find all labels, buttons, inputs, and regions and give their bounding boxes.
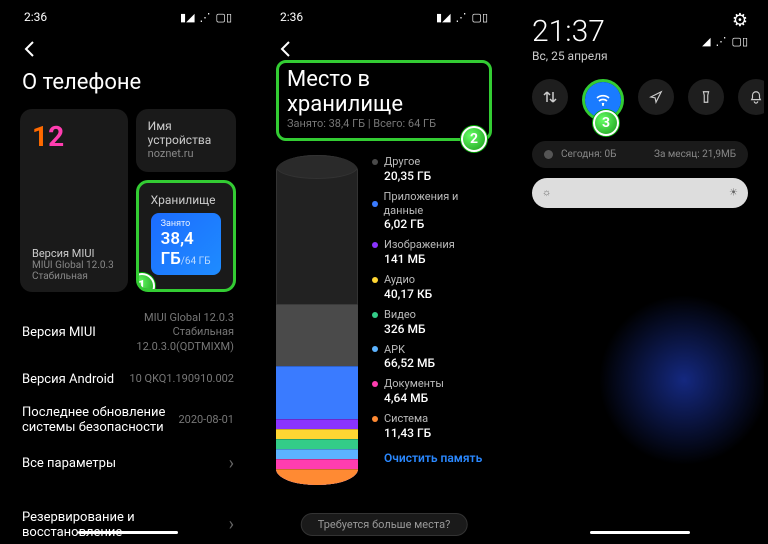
miui-logo: 12 — [32, 123, 116, 151]
row-android-version[interactable]: Версия Android 10 QKQ1.190910.002 — [20, 363, 236, 396]
color-dot — [372, 416, 378, 422]
back-button[interactable] — [20, 34, 50, 64]
storage-total: /64 ГБ — [181, 256, 211, 267]
color-dot — [372, 312, 378, 318]
signal-icon: ▮◢ — [180, 11, 195, 24]
legend-item[interactable]: APK66,52 МБ — [372, 343, 492, 372]
battery-icon: ▢▯ — [216, 11, 232, 24]
miui-version-value: MIUI Global 12.0.3 — [32, 260, 116, 271]
need-more-space[interactable]: Требуется больше места? — [301, 513, 468, 536]
callout-badge-1: 1 — [136, 273, 155, 292]
storage-cylinder — [276, 155, 358, 485]
tile-location[interactable] — [638, 79, 674, 115]
storage-legend: Другое20,35 ГБ Приложения и данные6,02 ГБ… — [372, 155, 492, 485]
storage-gauge: Занято 38,4 ГБ/64 ГБ — [151, 213, 221, 275]
phone-storage: 2:36 ▮◢ ⋰ ▢▯ Место в хранилище Занято: 3… — [260, 4, 508, 540]
brightness-slider[interactable]: ☼ ☀ — [532, 178, 748, 208]
row-backup-restore[interactable]: Резервирование и восстановление — [20, 501, 236, 540]
phone-about: 2:36 ▮◢ ⋰ ▢▯ О телефоне 12 Версия MIUI M… — [4, 4, 252, 540]
storage-label: Хранилище — [151, 193, 221, 207]
signal-icon: ◢ — [702, 35, 710, 48]
battery-icon: ▢▯ — [472, 11, 488, 24]
status-icons: ◢ ⋰ ▢▯ — [702, 35, 748, 48]
legend-item[interactable]: Приложения и данные6,02 ГБ — [372, 190, 492, 233]
brightness-low-icon: ☼ — [542, 188, 551, 199]
legend-item[interactable]: Другое20,35 ГБ — [372, 155, 492, 184]
color-dot — [372, 159, 378, 165]
callout-badge-3: 3 — [593, 110, 619, 136]
miui-version-card[interactable]: 12 Версия MIUI MIUI Global 12.0.3 Стабил… — [20, 109, 128, 292]
phone-quick-settings: 21:37 Вс, 25 апреля ⚙ ◢ ⋰ ▢▯ 3 — [516, 4, 764, 540]
home-indicator[interactable] — [590, 531, 690, 534]
page-title: Место в хранилище — [287, 67, 481, 117]
usage-month: За месяц: 21,9МБ — [654, 149, 736, 160]
row-all-params[interactable]: Все параметры — [20, 444, 236, 483]
signal-icon: ▮◢ — [436, 11, 451, 24]
storage-card[interactable]: Хранилище Занято 38,4 ГБ/64 ГБ 1 — [136, 180, 236, 292]
storage-used-label: Занято — [161, 219, 211, 229]
color-dot — [372, 201, 378, 207]
status-time: 2:36 — [24, 10, 47, 24]
device-name-card[interactable]: Имя устройства noznet.ru — [136, 109, 236, 172]
brightness-high-icon: ☀ — [729, 188, 738, 199]
tile-flashlight[interactable] — [688, 79, 724, 115]
color-dot — [372, 381, 378, 387]
legend-item[interactable]: Изображения141 МБ — [372, 238, 492, 267]
data-usage-pill[interactable]: Сегодня: 0Б За месяц: 21,9МБ — [532, 141, 748, 168]
miui-version-label: Версия MIUI — [32, 247, 116, 260]
usage-today: Сегодня: 0Б — [561, 149, 616, 160]
storage-subtitle: Занято: 38,4 ГБ | Всего: 64 ГБ — [287, 117, 481, 130]
wifi-icon: ⋰ — [716, 35, 727, 48]
tile-dnd[interactable] — [738, 79, 764, 115]
color-dot — [372, 277, 378, 283]
status-time: 2:36 — [280, 10, 303, 24]
page-title: О телефоне — [22, 70, 234, 95]
row-security-update[interactable]: Последнее обновление системы безопасност… — [20, 396, 236, 444]
wifi-icon: ⋰ — [200, 11, 211, 24]
status-icons: ▮◢ ⋰ ▢▯ — [180, 11, 232, 24]
device-name-label: Имя устройства — [148, 119, 224, 147]
legend-item[interactable]: Система11,43 ГБ — [372, 412, 492, 441]
legend-item[interactable]: Аудио40,17 КБ — [372, 273, 492, 302]
legend-item[interactable]: Видео326 МБ — [372, 308, 492, 337]
tile-data[interactable] — [532, 79, 568, 115]
clear-storage-link[interactable]: Очистить память — [384, 451, 492, 465]
status-bar: 2:36 ▮◢ ⋰ ▢▯ — [276, 4, 492, 34]
row-miui-version[interactable]: Версия MIUI MIUI Global 12.0.3 Стабильна… — [20, 302, 236, 363]
battery-icon: ▢▯ — [732, 35, 748, 48]
color-dot — [372, 346, 378, 352]
callout-badge-2: 2 — [461, 126, 487, 152]
background-glow — [584, 280, 764, 480]
color-dot — [372, 242, 378, 248]
status-bar: 2:36 ▮◢ ⋰ ▢▯ — [20, 4, 236, 34]
dot-icon — [544, 150, 553, 159]
miui-channel: Стабильная — [32, 271, 116, 282]
settings-icon[interactable]: ⚙ — [702, 10, 748, 31]
qs-date: Вс, 25 апреля — [532, 49, 608, 63]
wifi-icon: ⋰ — [456, 11, 467, 24]
storage-title-wrap: Место в хранилище Занято: 38,4 ГБ | Всег… — [276, 60, 492, 141]
device-name-value: noznet.ru — [148, 147, 224, 160]
status-icons: ▮◢ ⋰ ▢▯ — [436, 11, 488, 24]
legend-item[interactable]: Документы4,64 МБ — [372, 377, 492, 406]
home-indicator[interactable] — [78, 531, 178, 534]
qs-time: 21:37 — [532, 14, 608, 49]
